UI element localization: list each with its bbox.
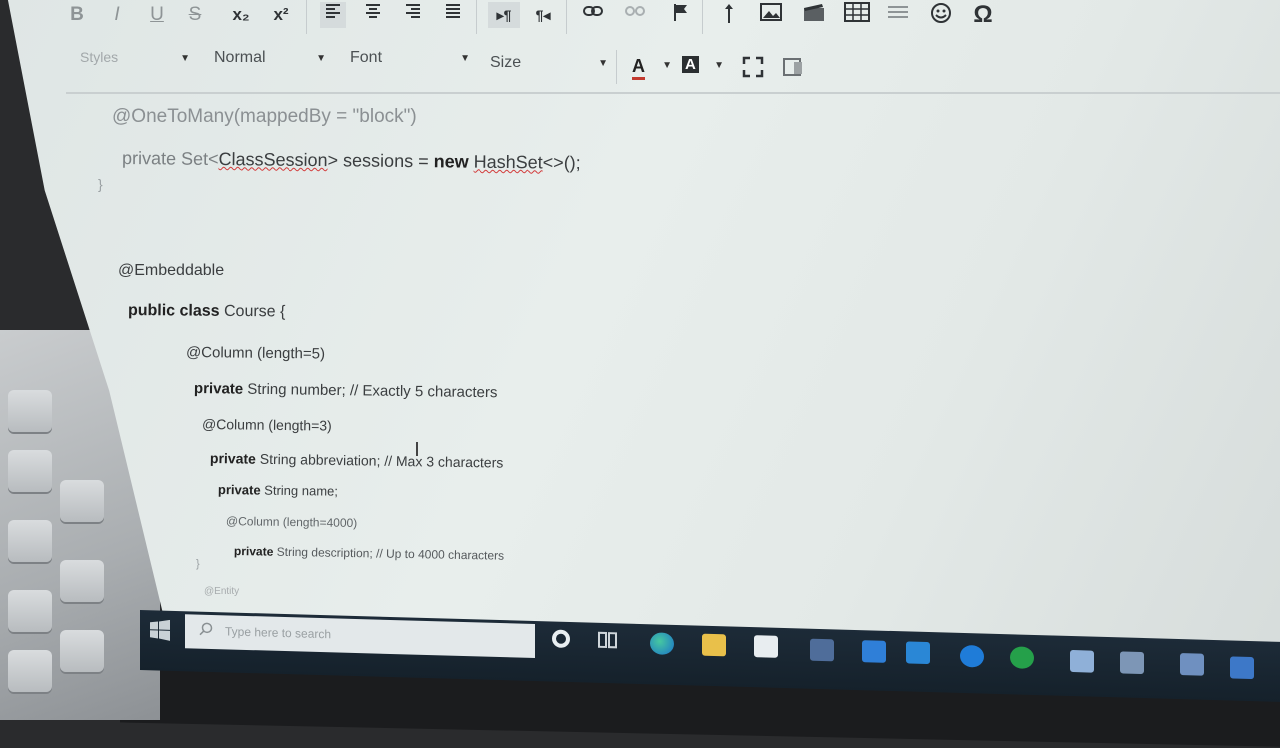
taskbar-search[interactable]: Type here to search: [185, 614, 535, 659]
code-line: }: [196, 558, 200, 570]
editor-content[interactable]: @OneToMany(mappedBy = "block") private S…: [6, 0, 1280, 650]
key: [60, 630, 104, 672]
store-icon[interactable]: [754, 635, 778, 658]
file-explorer-icon[interactable]: [702, 633, 726, 657]
key: [60, 560, 104, 602]
code-line: @Column (length=4000): [225, 514, 358, 531]
key: [8, 590, 52, 632]
app-icon[interactable]: [960, 644, 984, 668]
monitor-screen: B I U S x₂ x² ▸¶ ¶◂ Ω Styles ▼ Normal ▼ …: [6, 0, 1280, 658]
code-line: private String abbreviation; // Max 3 ch…: [209, 450, 504, 471]
key: [8, 520, 52, 562]
code-line: }: [98, 176, 103, 192]
key: [60, 480, 104, 522]
text-cursor: [416, 442, 418, 456]
code-line: @Entity: [204, 586, 240, 597]
app-icon[interactable]: [1230, 656, 1254, 680]
key: [8, 650, 52, 692]
app-icon[interactable]: [1070, 649, 1094, 673]
code-line: public class Course {: [127, 302, 286, 321]
cortana-icon[interactable]: [552, 629, 570, 649]
search-icon: [199, 622, 213, 639]
code-line: private String description; // Up to 400…: [233, 544, 505, 563]
task-view-icon[interactable]: [598, 631, 622, 654]
code-line: private String number; // Exactly 5 char…: [193, 380, 498, 402]
app-icon[interactable]: [906, 641, 930, 665]
key: [8, 390, 52, 432]
start-button[interactable]: [142, 615, 178, 646]
app-icon[interactable]: [1180, 653, 1204, 676]
code-line: @OneToMany(mappedBy = "block"): [112, 106, 417, 127]
key: [8, 450, 52, 492]
code-line: @Column (length=5): [185, 344, 326, 363]
edge-icon[interactable]: [650, 632, 674, 655]
code-line: @Column (length=3): [201, 416, 332, 434]
code-line: @Embeddable: [118, 262, 225, 279]
code-line: private Set<ClassSession> sessions = new…: [121, 148, 581, 173]
app-icon[interactable]: [810, 638, 834, 662]
app-icon[interactable]: [1120, 651, 1144, 675]
code-line: private String name;: [217, 482, 339, 499]
app-icon[interactable]: [1010, 646, 1034, 669]
mail-icon[interactable]: [862, 640, 886, 663]
